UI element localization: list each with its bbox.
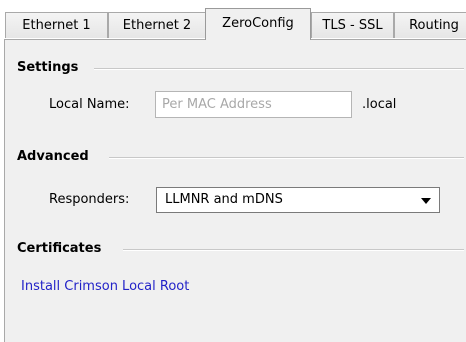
certificates-header: Certificates	[17, 241, 102, 256]
local-name-input[interactable]	[155, 91, 352, 118]
tab-tls-ssl[interactable]: TLS - SSL	[311, 12, 394, 38]
local-suffix-label: .local	[362, 97, 397, 112]
settings-header: Settings	[17, 60, 79, 75]
tab-zeroconfig[interactable]: ZeroConfig	[205, 8, 311, 40]
advanced-header: Advanced	[17, 149, 89, 164]
certificates-divider	[123, 249, 464, 251]
advanced-divider	[109, 157, 464, 159]
local-name-label: Local Name:	[49, 97, 130, 112]
responders-select-value: LLMNR and mDNS	[165, 192, 283, 207]
install-root-link[interactable]: Install Crimson Local Root	[21, 278, 189, 296]
tab-ethernet-1[interactable]: Ethernet 1	[5, 12, 108, 38]
responders-label: Responders:	[49, 192, 130, 207]
settings-divider	[94, 68, 464, 70]
tab-bar: Ethernet 1 Ethernet 2 ZeroConfig TLS - S…	[0, 0, 466, 40]
tab-routing[interactable]: Routing	[394, 12, 466, 38]
zeroconfig-panel: Settings Local Name: .local Advanced Res…	[4, 39, 466, 342]
responders-select[interactable]: LLMNR and mDNS	[156, 187, 440, 213]
chevron-down-icon[interactable]	[421, 198, 431, 204]
tab-ethernet-2[interactable]: Ethernet 2	[108, 12, 206, 38]
